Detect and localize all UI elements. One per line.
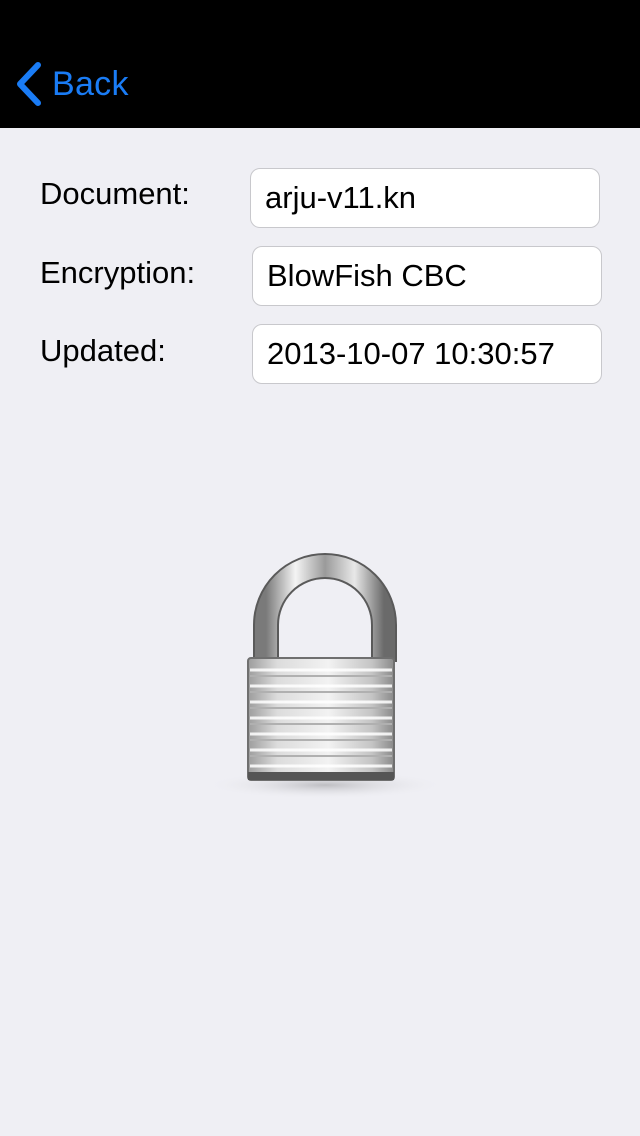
padlock-icon [205,553,445,799]
encryption-field[interactable]: BlowFish CBC [252,246,602,306]
encryption-label: Encryption: [40,255,196,290]
document-label: Document: [40,176,190,211]
updated-field[interactable]: 2013-10-07 10:30:57 [252,324,602,384]
back-button[interactable]: Back [14,60,129,108]
document-field[interactable]: arju-v11.kn [250,168,600,228]
chevron-left-icon [17,62,41,106]
updated-label: Updated: [40,333,166,368]
navigation-bar: Back [0,0,640,128]
back-label: Back [52,64,129,103]
